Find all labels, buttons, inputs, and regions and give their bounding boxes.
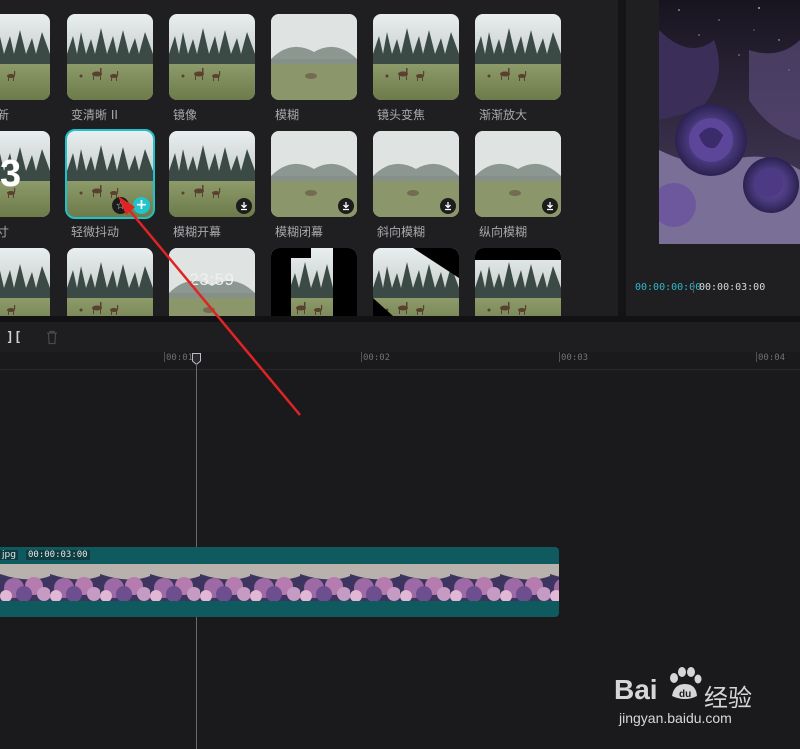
favorite-star-icon[interactable]: ☆ bbox=[112, 197, 129, 214]
clip-frame bbox=[200, 564, 251, 602]
effect-label: 渐渐放大 bbox=[479, 108, 528, 122]
clip-frame bbox=[300, 564, 351, 602]
effect-thumb[interactable]: 3 bbox=[0, 131, 50, 217]
download-icon[interactable] bbox=[542, 198, 558, 214]
clip-frame bbox=[550, 564, 559, 602]
clip-filename: jpg bbox=[0, 550, 18, 560]
panel-divider[interactable] bbox=[618, 0, 626, 316]
ruler-tick bbox=[756, 352, 757, 362]
paw-icon: du bbox=[670, 667, 702, 700]
effect-thumb[interactable] bbox=[271, 14, 357, 100]
effect-thumb[interactable] bbox=[67, 14, 153, 100]
clip-frame bbox=[50, 564, 101, 602]
effect-label: 镜头变焦 bbox=[377, 108, 426, 122]
effect-thumb[interactable]: 23:59 bbox=[169, 248, 255, 316]
effect-label: 模糊 bbox=[275, 108, 300, 122]
clip-frame bbox=[0, 564, 51, 602]
effect-thumb[interactable] bbox=[373, 131, 459, 217]
watermark-brand: Bai bbox=[614, 674, 658, 705]
ruler-label: 00:02 bbox=[363, 353, 391, 363]
effect-label: 模糊开幕 bbox=[173, 225, 222, 239]
effect-thumb[interactable] bbox=[373, 248, 459, 316]
download-icon[interactable] bbox=[440, 198, 456, 214]
time-separator bbox=[693, 281, 694, 293]
ruler-label: 00:01 bbox=[166, 353, 194, 363]
download-icon[interactable] bbox=[338, 198, 354, 214]
clip-frame bbox=[150, 564, 201, 602]
watermark-cn: 经验 bbox=[704, 684, 752, 712]
effect-label: 模糊闭幕 bbox=[275, 225, 324, 239]
effect-label: 镜像 bbox=[173, 108, 198, 122]
effect-thumb[interactable] bbox=[373, 14, 459, 100]
effect-thumb[interactable] bbox=[271, 248, 357, 316]
effect-thumb[interactable] bbox=[475, 131, 561, 217]
video-editor-window: 新 变清晰 II 镜像 模糊 镜头变焦 渐渐放大 3 寸 ☆ + 轻微抖动 模糊… bbox=[0, 0, 800, 749]
effect-thumb[interactable] bbox=[271, 131, 357, 217]
effect-glyph-3: 3 bbox=[0, 153, 22, 195]
effects-panel: 新 变清晰 II 镜像 模糊 镜头变焦 渐渐放大 3 寸 ☆ + 轻微抖动 模糊… bbox=[0, 0, 618, 316]
clip-header: jpg 00:00:03:00 bbox=[0, 547, 559, 564]
ruler-tick bbox=[559, 352, 560, 362]
effect-thumb[interactable] bbox=[0, 248, 50, 316]
effect-thumb[interactable] bbox=[0, 14, 50, 100]
watermark-url: jingyan.baidu.com bbox=[619, 710, 732, 726]
effect-thumb[interactable] bbox=[169, 131, 255, 217]
ruler-label: 00:04 bbox=[758, 353, 786, 363]
video-clip[interactable]: jpg 00:00:03:00 bbox=[0, 547, 559, 617]
effect-label: 纵向模糊 bbox=[479, 225, 528, 239]
current-time: 00:00:00:00 bbox=[635, 282, 702, 293]
download-icon[interactable] bbox=[236, 198, 252, 214]
clock-text: 23:59 bbox=[189, 270, 235, 289]
effect-thumb[interactable] bbox=[169, 14, 255, 100]
clip-filmstrip bbox=[0, 564, 559, 602]
clip-frame bbox=[400, 564, 451, 602]
ruler-label: 00:03 bbox=[561, 353, 589, 363]
svg-text:du: du bbox=[679, 689, 691, 700]
effect-label: 变清晰 II bbox=[71, 108, 118, 122]
clip-frame bbox=[250, 564, 301, 602]
total-duration: 00:00:03:00 bbox=[699, 282, 766, 293]
clip-frame bbox=[450, 564, 501, 602]
clip-frame bbox=[500, 564, 551, 602]
baidu-watermark: Bai du 经验 jingyan.baidu.com bbox=[614, 660, 794, 740]
clip-frame bbox=[350, 564, 401, 602]
effect-label: 斜向模糊 bbox=[377, 225, 426, 239]
delete-icon[interactable] bbox=[45, 330, 59, 345]
effect-thumb[interactable] bbox=[67, 248, 153, 316]
preview-panel: 00:00:00:00 00:00:03:00 bbox=[626, 0, 800, 316]
timeline-toolbar: ][ bbox=[0, 322, 800, 352]
ruler-tick bbox=[164, 352, 165, 362]
effect-thumb-selected[interactable]: ☆ + bbox=[65, 129, 155, 219]
add-effect-icon[interactable]: + bbox=[133, 197, 150, 214]
ruler-tick bbox=[361, 352, 362, 362]
split-icon[interactable]: ][ bbox=[6, 330, 22, 345]
effect-thumb[interactable] bbox=[475, 248, 561, 316]
effect-label: 轻微抖动 bbox=[71, 225, 120, 239]
clip-frame bbox=[100, 564, 151, 602]
timeline-ruler[interactable]: 00:01 00:02 00:03 00:04 bbox=[0, 352, 800, 370]
effect-thumb[interactable] bbox=[475, 14, 561, 100]
clip-duration: 00:00:03:00 bbox=[26, 550, 90, 560]
preview-image bbox=[659, 0, 800, 244]
